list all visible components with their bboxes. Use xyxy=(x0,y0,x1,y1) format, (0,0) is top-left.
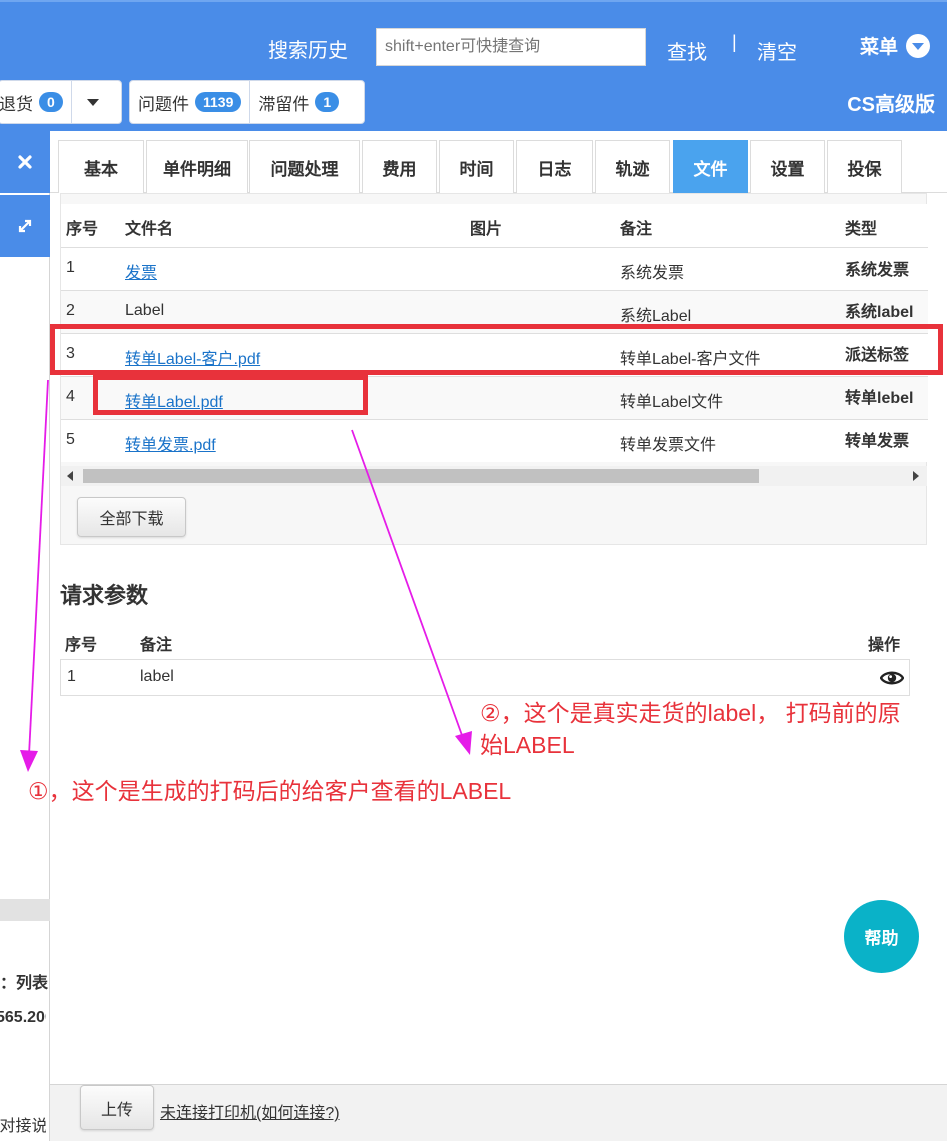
search-history-link[interactable]: 搜索历史 xyxy=(268,34,348,63)
close-panel-button[interactable] xyxy=(0,131,50,193)
tab-settings[interactable]: 设置 xyxy=(750,140,825,193)
tab-insurance[interactable]: 投保 xyxy=(827,140,902,193)
file-link[interactable]: 发票 xyxy=(125,259,157,283)
row-type: 系统label xyxy=(845,304,914,321)
horizontal-scrollbar[interactable] xyxy=(61,466,927,486)
row-type: 转单发票 xyxy=(845,433,910,450)
annotation-note-2-line-1: ②，这个是真实走货的label， 打码前的原 xyxy=(480,700,901,726)
scrollbar-thumb[interactable] xyxy=(83,469,759,483)
chevron-down-icon xyxy=(906,33,931,58)
left-fragment-connect: i对接说 xyxy=(0,1118,46,1135)
footer-bar: 上传 未连接打印机(如何连接?) xyxy=(50,1084,947,1141)
file-name: Label xyxy=(125,302,165,319)
status-bar: 退货 0 问题件 1139 滞留件 1 CS高级版 xyxy=(0,76,947,131)
issue-group: 问题件 1139 滞留件 1 xyxy=(129,80,365,124)
tab-item-details[interactable]: 单件明细 xyxy=(146,140,248,193)
col-filename: 文件名 xyxy=(125,221,174,238)
file-table-header: 序号 文件名 图片 备注 类型 xyxy=(61,204,928,247)
table-row: 1 发票 系统发票 系统发票 xyxy=(61,247,928,290)
row-index: 1 xyxy=(67,668,76,685)
top-header: 搜索历史 查找 | 清空 菜单 xyxy=(0,0,947,76)
table-row: 1 label xyxy=(60,659,910,696)
annotation-note-2-line-2: 始LABEL xyxy=(480,732,575,758)
row-remark: label xyxy=(140,668,174,685)
tab-log[interactable]: 日志 xyxy=(516,140,593,193)
menu-button[interactable]: 菜单 xyxy=(860,32,931,59)
row-index: 1 xyxy=(66,259,75,276)
stuck-filter[interactable]: 滞留件 1 xyxy=(250,81,347,123)
annotation-note-1: ①，这个是生成的打码后的给客户查看的LABEL xyxy=(28,778,512,804)
col-type: 类型 xyxy=(845,221,878,238)
row-remark: 转单Label文件 xyxy=(620,394,724,411)
return-dropdown-button[interactable] xyxy=(72,81,114,123)
problem-count-badge: 1139 xyxy=(195,92,242,112)
edition-label: CS高级版 xyxy=(847,94,935,116)
tab-time[interactable]: 时间 xyxy=(439,140,514,193)
request-params-title: 请求参数 xyxy=(60,583,149,608)
request-params-header: 序号 备注 操作 xyxy=(60,628,910,658)
download-all-button[interactable]: 全部下载 xyxy=(77,497,186,537)
caret-down-icon xyxy=(86,98,99,106)
return-label: 退货 xyxy=(0,94,33,114)
col-image: 图片 xyxy=(470,221,503,238)
clear-button[interactable]: 清空 xyxy=(757,36,797,65)
col-remark: 备注 xyxy=(140,637,173,654)
tab-basic[interactable]: 基本 xyxy=(58,140,144,193)
row-index: 4 xyxy=(66,388,75,405)
tab-issue-handling[interactable]: 问题处理 xyxy=(249,140,360,193)
tab-fees[interactable]: 费用 xyxy=(362,140,437,193)
expand-panel-button[interactable] xyxy=(0,195,50,257)
tab-bar: 基本 单件明细 问题处理 费用 时间 日志 轨迹 文件 设置 投保 xyxy=(50,131,947,193)
row-remark: 系统Label xyxy=(620,308,692,325)
highlight-box-original-label xyxy=(93,375,368,415)
problem-filter[interactable]: 问题件 1139 xyxy=(130,81,251,123)
row-remark: 转单发票文件 xyxy=(620,437,717,454)
col-index: 序号 xyxy=(66,221,99,238)
close-icon xyxy=(18,155,32,169)
row-index: 5 xyxy=(66,431,75,448)
expand-icon xyxy=(18,219,32,233)
col-index: 序号 xyxy=(65,637,98,654)
row-type: 转单lebel xyxy=(845,390,914,407)
left-sidebar: ：列表 565.200 i对接说 xyxy=(0,131,50,1141)
problem-label: 问题件 xyxy=(138,94,189,114)
upload-button[interactable]: 上传 xyxy=(80,1085,154,1130)
table-row: 5 转单发票.pdf 转单发票文件 转单发票 xyxy=(61,419,928,462)
scroll-right-icon[interactable] xyxy=(913,471,919,481)
left-fragment-list: ：列表 xyxy=(0,975,49,992)
left-divider xyxy=(0,899,50,921)
col-action: 操作 xyxy=(868,637,901,654)
row-index: 2 xyxy=(66,302,75,319)
menu-label: 菜单 xyxy=(860,37,899,58)
arrow-head-2 xyxy=(455,731,472,755)
row-remark: 系统发票 xyxy=(620,265,685,282)
left-fragment-number: 565.200 xyxy=(0,1009,46,1026)
printer-status-link[interactable]: 未连接打印机(如何连接?) xyxy=(160,1099,340,1123)
search-input[interactable] xyxy=(376,28,646,66)
return-group: 退货 0 xyxy=(0,80,122,124)
stuck-label: 滞留件 xyxy=(258,94,310,114)
return-filter[interactable]: 退货 0 xyxy=(0,81,72,123)
highlight-box-customer-label xyxy=(50,324,943,375)
return-count-badge: 0 xyxy=(39,92,63,112)
col-remark: 备注 xyxy=(620,221,653,238)
eye-icon[interactable] xyxy=(880,668,904,688)
scroll-left-icon[interactable] xyxy=(67,471,73,481)
file-link[interactable]: 转单发票.pdf xyxy=(125,431,216,455)
tab-tracking[interactable]: 轨迹 xyxy=(595,140,670,193)
row-type: 系统发票 xyxy=(845,262,910,279)
separator: | xyxy=(732,32,737,52)
stuck-count-badge: 1 xyxy=(315,92,340,112)
help-button[interactable]: 帮助 xyxy=(844,900,919,973)
find-button[interactable]: 查找 xyxy=(667,36,707,65)
tab-files[interactable]: 文件 xyxy=(673,140,748,193)
